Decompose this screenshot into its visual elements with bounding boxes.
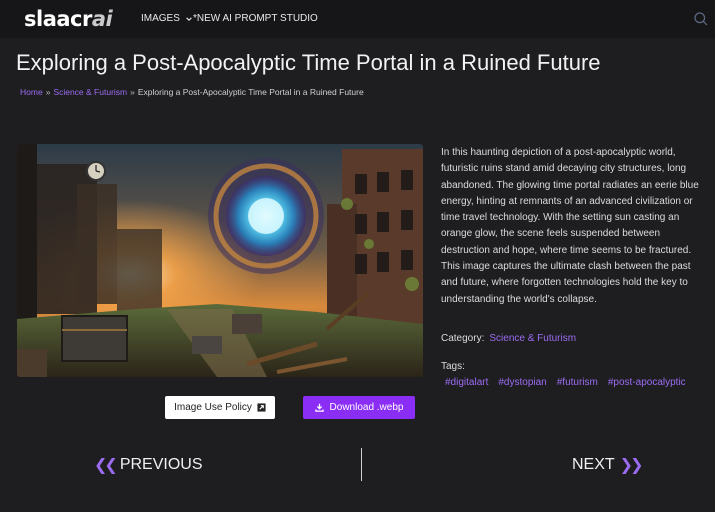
download-button[interactable]: Download .webp bbox=[303, 396, 415, 419]
tag-link[interactable]: #digitalart bbox=[445, 377, 488, 388]
download-icon bbox=[314, 403, 324, 412]
breadcrumb-current: Exploring a Post-Apocalyptic Time Portal… bbox=[137, 87, 364, 97]
category-link[interactable]: Science & Futurism bbox=[489, 333, 576, 344]
search-icon bbox=[694, 12, 708, 26]
double-chevron-right-icon: ❯❯ bbox=[619, 457, 644, 474]
double-chevron-left-icon: ❮❮ bbox=[94, 457, 118, 474]
category-row: Category: Science & Futurism bbox=[441, 333, 576, 344]
breadcrumb-separator: » bbox=[45, 87, 51, 97]
next-link[interactable]: NEXT ❯❯ bbox=[572, 455, 644, 475]
category-label: Category: bbox=[441, 333, 485, 344]
image-description: In this haunting depiction of a post-apo… bbox=[441, 147, 699, 305]
breadcrumb-home-link[interactable]: Home bbox=[20, 87, 43, 97]
breadcrumb-separator: » bbox=[130, 87, 135, 97]
site-logo[interactable]: slaacrai bbox=[24, 7, 113, 31]
post-apocalyptic-portal-illustration bbox=[17, 144, 423, 377]
next-label: NEXT bbox=[572, 456, 615, 473]
image-use-policy-label: Image Use Policy bbox=[174, 402, 252, 413]
nav-prompt-studio-link[interactable]: *NEW AI PROMPT STUDIO bbox=[193, 13, 318, 24]
download-label: Download .webp bbox=[329, 402, 404, 413]
tag-link[interactable]: #dystopian bbox=[498, 377, 546, 388]
image-use-policy-button[interactable]: Image Use Policy bbox=[165, 396, 275, 419]
breadcrumb-category-link[interactable]: Science & Futurism bbox=[53, 87, 127, 97]
breadcrumb: Home» Science & Futurism» Exploring a Post… bbox=[20, 87, 364, 97]
tags-label: Tags: bbox=[441, 361, 465, 372]
nav-images-label: IMAGES bbox=[141, 13, 180, 24]
previous-link[interactable]: ❮❮ PREVIOUS bbox=[94, 455, 203, 475]
tag-link[interactable]: #post-apocalyptic bbox=[608, 377, 686, 388]
chevron-down-icon bbox=[186, 16, 192, 21]
tag-list: #digitalart #dystopian #futurism #post-a… bbox=[445, 377, 686, 388]
logo-ai-text: ai bbox=[91, 7, 113, 31]
previous-label: PREVIOUS bbox=[119, 456, 203, 473]
page-title: Exploring a Post-Apocalyptic Time Portal… bbox=[16, 50, 601, 75]
tag-link[interactable]: #futurism bbox=[557, 377, 598, 388]
external-link-icon bbox=[257, 403, 266, 412]
hero-image[interactable] bbox=[17, 144, 423, 377]
logo-text: slaacr bbox=[24, 7, 92, 31]
pagination-divider bbox=[361, 448, 362, 481]
search-button[interactable] bbox=[693, 11, 709, 27]
nav-images-dropdown[interactable]: IMAGES bbox=[141, 13, 193, 24]
top-nav-bar: slaacrai IMAGES *NEW AI PROMPT STUDIO bbox=[0, 0, 715, 38]
